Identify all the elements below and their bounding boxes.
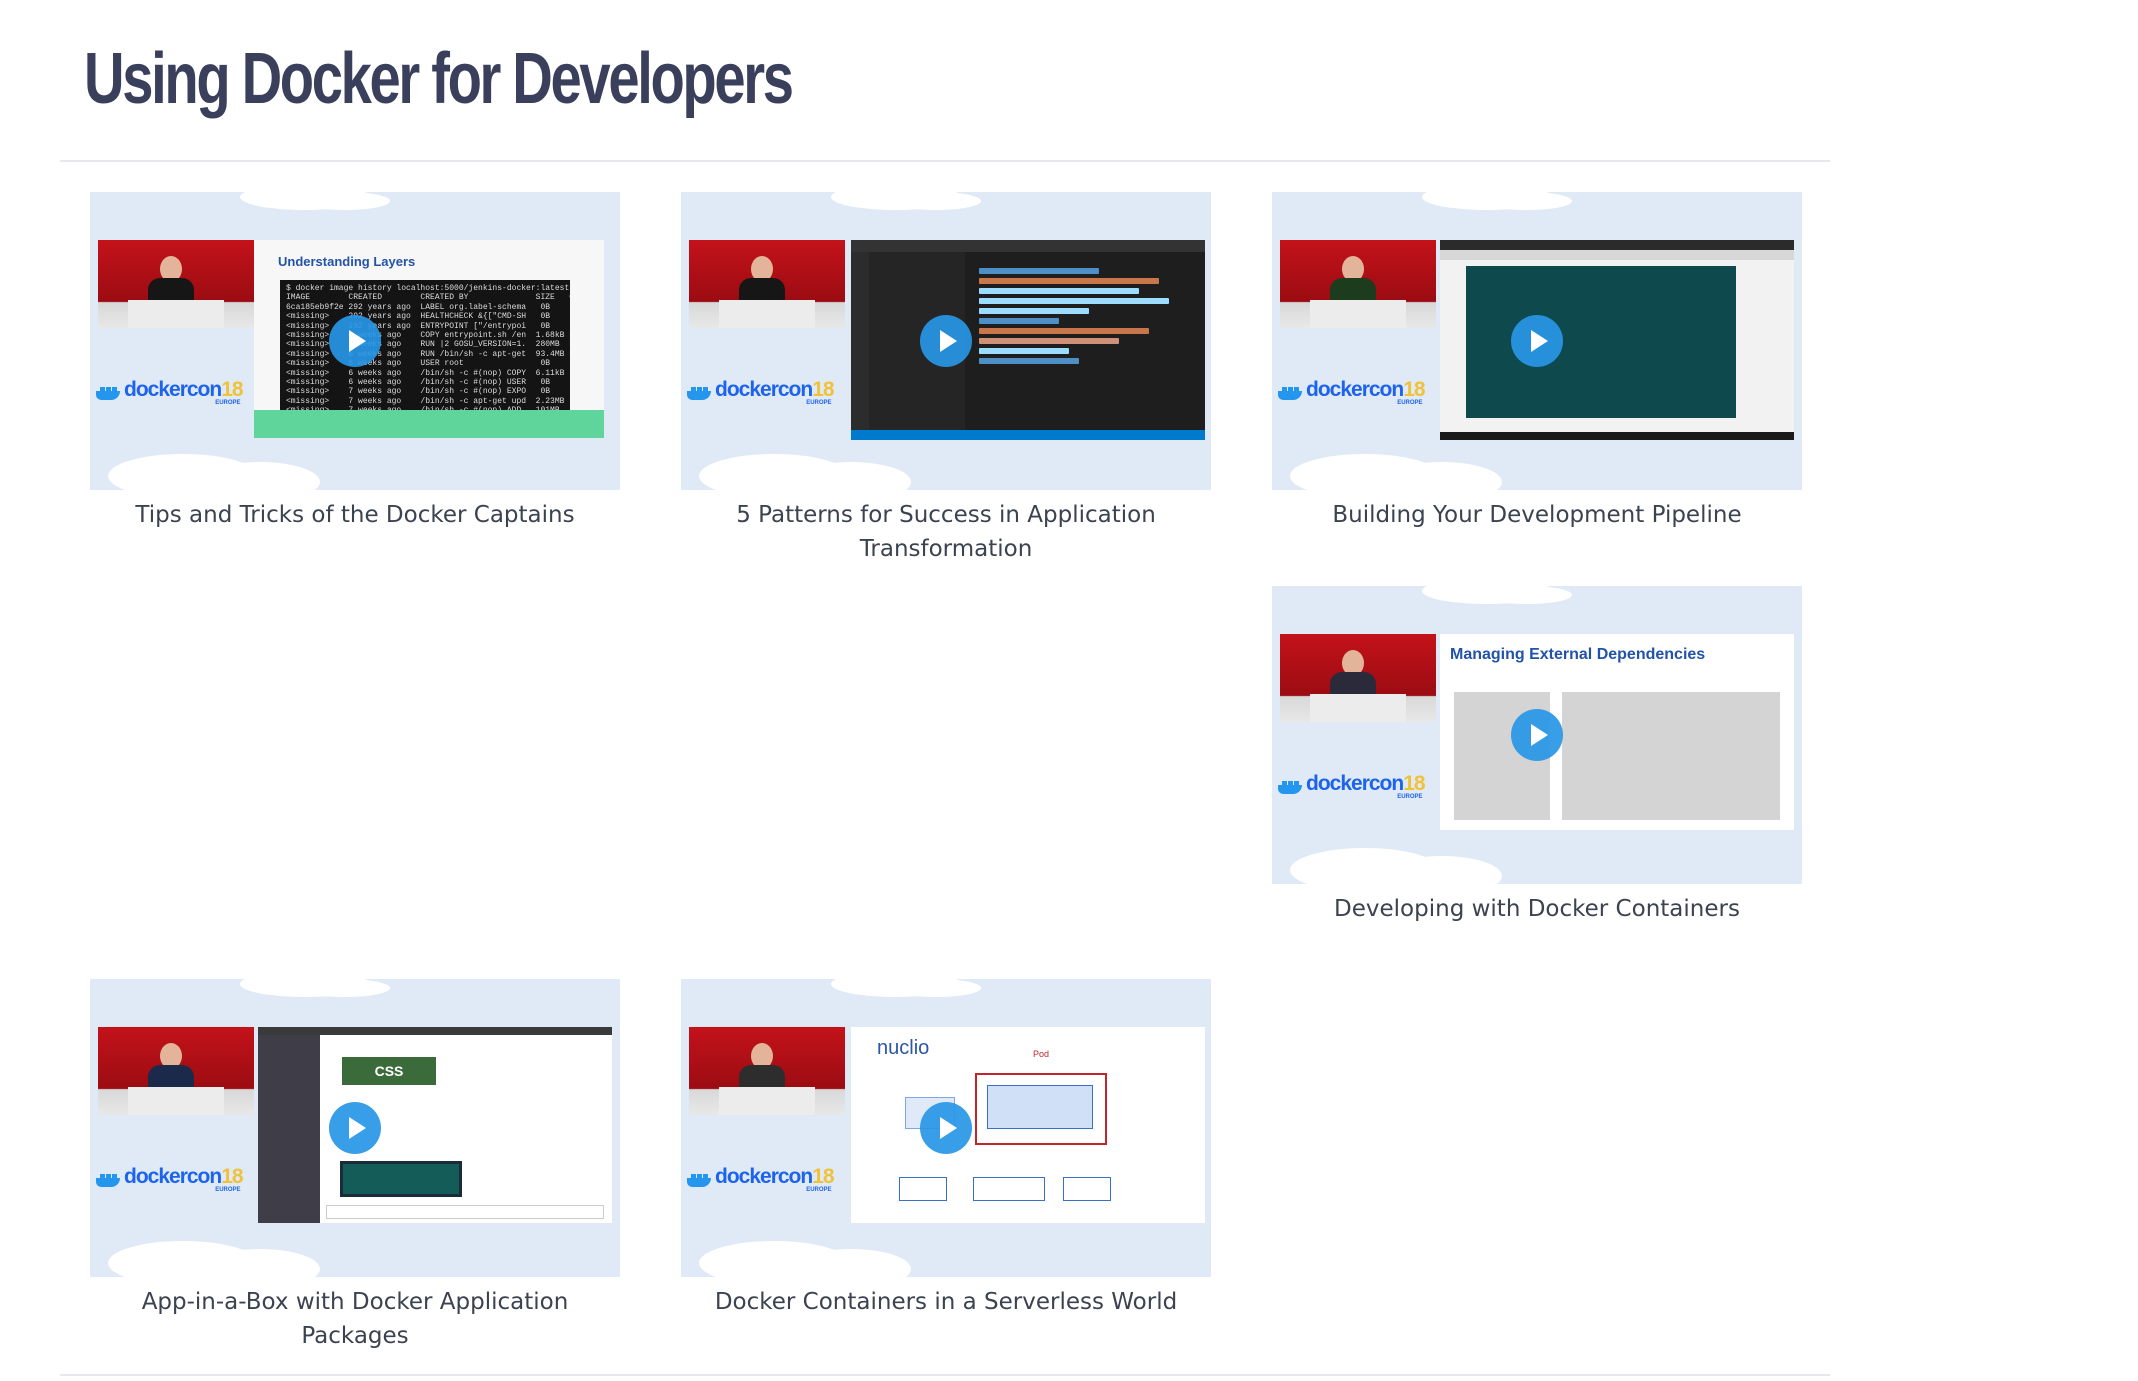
docker-whale-icon: [687, 1171, 711, 1187]
speaker-image: [1280, 240, 1436, 328]
docker-whale-icon: [687, 384, 711, 400]
terminal-output: $ docker image history localhost:5000/je…: [280, 280, 570, 418]
speaker-image: [1280, 634, 1436, 722]
nuclio-logo: nuclio: [877, 1037, 930, 1059]
dockercon-logo: dockercon 18 EUROPE: [687, 379, 835, 406]
docker-whale-icon: [96, 384, 120, 400]
bottom-divider: [60, 1374, 1830, 1376]
dockercon-logo: dockercon 18 EUROPE: [687, 1166, 835, 1193]
speaker-image: [689, 240, 845, 328]
chat-image-text: CSS: [342, 1057, 436, 1085]
dockercon-logo: dockercon 18 EUROPE: [1278, 379, 1426, 406]
docker-whale-icon: [96, 1171, 120, 1187]
video-card[interactable]: dockercon 18 EUROPE Managing External Depe…: [1272, 586, 1802, 926]
video-title[interactable]: App-in-a-Box with Docker Application Pac…: [90, 1285, 620, 1353]
video-card[interactable]: dockercon 18 EUROPE Building Your Developm…: [1272, 192, 1802, 532]
chat-app-screen: CSS: [258, 1027, 612, 1223]
play-button-icon[interactable]: [1511, 709, 1563, 761]
page-title: Using Docker for Developers: [84, 39, 794, 119]
slide-screen: Understanding Layers $ docker image hist…: [254, 240, 604, 438]
video-thumbnail[interactable]: dockercon 18 EUROPE Managing External Depe…: [1272, 586, 1802, 884]
play-button-icon[interactable]: [329, 1102, 381, 1154]
video-title[interactable]: Building Your Development Pipeline: [1272, 498, 1802, 532]
video-card[interactable]: dockercon 18 EUROPE nuclio Pod Docker Cont…: [681, 979, 1211, 1319]
video-thumbnail[interactable]: dockercon 18 EUROPE nuclio Pod: [681, 979, 1211, 1277]
video-title[interactable]: 5 Patterns for Success in Application Tr…: [681, 498, 1211, 566]
pod-label: Pod: [1033, 1049, 1050, 1059]
slide-title: Managing External Dependencies: [1450, 646, 1706, 663]
top-divider: [60, 160, 1830, 162]
slide-screen: Managing External Dependencies: [1440, 634, 1794, 830]
video-card[interactable]: dockercon 18 EUROPE CSS App-in-a-Box with …: [90, 979, 620, 1353]
play-button-icon[interactable]: [920, 315, 972, 367]
slide-title: Understanding Layers: [278, 254, 416, 269]
dockercon-logo: dockercon 18 EUROPE: [96, 379, 244, 406]
dockercon-logo: dockercon 18 EUROPE: [96, 1166, 244, 1193]
speaker-image: [689, 1027, 845, 1115]
video-thumbnail[interactable]: dockercon 18 EUROPE: [1272, 192, 1802, 490]
diagram-screen: nuclio Pod: [851, 1027, 1205, 1223]
play-button-icon[interactable]: [920, 1102, 972, 1154]
video-card[interactable]: dockercon 18 EUROPE 5 Patterns for Success…: [681, 192, 1211, 566]
docker-whale-icon: [1278, 778, 1302, 794]
dockercon-logo: dockercon 18 EUROPE: [1278, 773, 1426, 800]
video-card[interactable]: dockercon 18 EUROPE Understanding Layers $…: [90, 192, 620, 532]
video-title[interactable]: Developing with Docker Containers: [1272, 892, 1802, 926]
play-button-icon[interactable]: [1511, 315, 1563, 367]
video-title[interactable]: Docker Containers in a Serverless World: [681, 1285, 1211, 1319]
browser-screen: [1440, 240, 1794, 440]
code-editor-screen: [851, 240, 1205, 440]
play-button-icon[interactable]: [329, 315, 381, 367]
video-title[interactable]: Tips and Tricks of the Docker Captains: [90, 498, 620, 532]
video-thumbnail[interactable]: dockercon 18 EUROPE CSS: [90, 979, 620, 1277]
speaker-image: [98, 240, 254, 328]
video-thumbnail[interactable]: dockercon 18 EUROPE Understanding Layers $…: [90, 192, 620, 490]
speaker-image: [98, 1027, 254, 1115]
docker-whale-icon: [1278, 384, 1302, 400]
video-thumbnail[interactable]: dockercon 18 EUROPE: [681, 192, 1211, 490]
